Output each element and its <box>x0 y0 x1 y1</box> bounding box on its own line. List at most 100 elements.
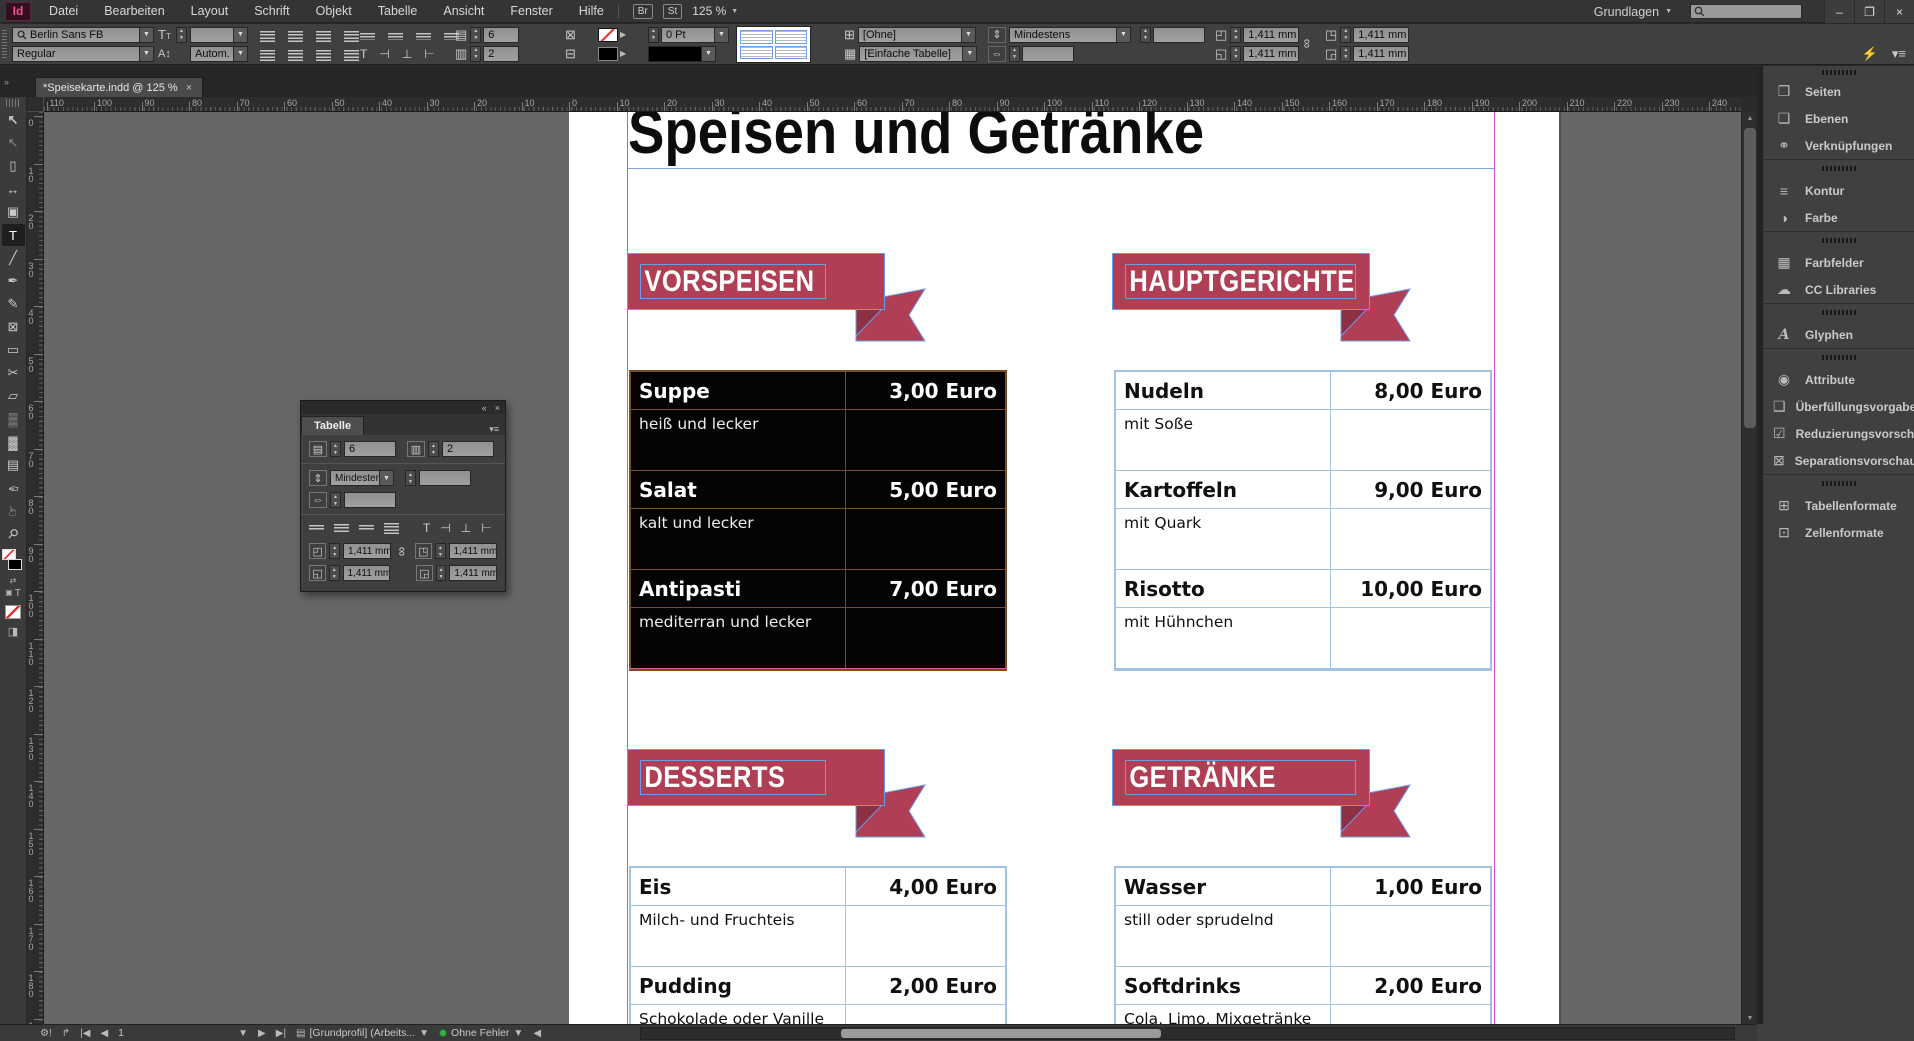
item-name-cell[interactable]: Wasser <box>1116 868 1331 905</box>
inset-top-control[interactable]: ◰ ▲▼ 1,411 mm <box>1215 26 1299 43</box>
empty-cell[interactable] <box>1331 608 1490 668</box>
inset-bottom-field[interactable]: 1,411 mm <box>343 565 391 581</box>
table-row[interactable]: Milch- und Fruchteis <box>631 906 1005 967</box>
ribbon-text-frame[interactable]: DESSERTS <box>640 760 826 795</box>
item-description-cell[interactable]: kalt und lecker <box>631 509 846 569</box>
bridge-button[interactable]: Br <box>633 4 653 19</box>
item-price-cell[interactable]: 1,00 Euro <box>1331 868 1490 905</box>
apply-none-button[interactable] <box>5 605 21 619</box>
panel-drag-handle[interactable] <box>1822 70 1856 75</box>
close-button[interactable]: × <box>1884 0 1914 23</box>
dock-item-kontur[interactable]: ≡Kontur <box>1763 177 1914 204</box>
inset-left-control[interactable]: ◳ ▲▼ 1,411 mm <box>1325 26 1409 43</box>
menu-table-hauptgerichte[interactable]: Nudeln8,00 Euromit SoßeKartoffeln9,00 Eu… <box>1114 370 1492 671</box>
table-style-control[interactable]: ▦ [Einfache Tabelle]▼ <box>844 45 977 62</box>
preflight-icon[interactable]: ⚙! <box>40 1028 52 1039</box>
menu-title-text[interactable]: Speisen und Getränke <box>628 112 1204 164</box>
zoom-tool[interactable]: ⚲ <box>2 523 25 545</box>
dock-item-ebenen[interactable]: ❏Ebenen <box>1763 105 1914 132</box>
dock-item-cc-libraries[interactable]: ☁CC Libraries <box>1763 276 1914 303</box>
stroke-weight-control[interactable]: ▲▼ 0 Pt▼ <box>648 26 729 43</box>
document-tab[interactable]: *Speisekarte.indd @ 125 % × <box>35 77 203 97</box>
panel-drag-handle[interactable] <box>1822 166 1856 171</box>
align-justify-icon[interactable] <box>384 523 399 534</box>
col-width-stepper[interactable]: ▲▼ <box>330 492 341 508</box>
dock-item-glyphen[interactable]: AGlyphen <box>1763 321 1914 348</box>
panel-menu-icon[interactable]: ▾≡ <box>483 424 505 435</box>
preflight-menu[interactable]: ▤ [Grundprofil] (Arbeits... ▼ <box>296 1027 429 1039</box>
dock-item-zellenformate[interactable]: ⊡Zellenformate <box>1763 519 1914 546</box>
next-page-button[interactable]: ▶ <box>258 1028 266 1039</box>
inset-left-stepper[interactable]: ▲▼ <box>435 543 446 559</box>
inset-bottom-control[interactable]: ◱ ▲▼ 1,411 mm <box>1215 45 1299 62</box>
panel-menu-icon[interactable]: ▾≡ <box>1892 46 1906 62</box>
dock-item-attribute[interactable]: ◉Attribute <box>1763 366 1914 393</box>
item-description-cell[interactable]: still oder sprudelnd <box>1116 906 1331 966</box>
menu-item-hilfe[interactable]: Hilfe <box>579 4 604 18</box>
scroll-up-icon[interactable]: ▲ <box>1742 112 1758 124</box>
item-description-cell[interactable]: mediterran und lecker <box>631 608 846 668</box>
dock-item-ueberfuellungsvorgaben[interactable]: ❑Überfüllungsvorgaben <box>1763 393 1914 420</box>
rows-field[interactable]: 6 <box>344 441 396 457</box>
page-tool[interactable]: ▯ <box>2 155 25 177</box>
ruler-origin-box[interactable] <box>27 97 44 112</box>
hand-tool[interactable]: ☞ <box>2 500 25 522</box>
zoom-level-control[interactable]: 125 % ▼ <box>692 4 738 18</box>
table-row[interactable]: Suppe3,00 Euro <box>631 372 1005 410</box>
item-description-cell[interactable]: mit Quark <box>1116 509 1331 569</box>
menu-item-objekt[interactable]: Objekt <box>316 4 352 18</box>
pencil-tool[interactable]: ✎ <box>2 293 25 315</box>
fill-black-swatch[interactable] <box>8 559 22 570</box>
leading-combo[interactable]: Autom.▼ <box>190 45 248 62</box>
dock-item-verknuepfungen[interactable]: ⚭Verknüpfungen <box>1763 132 1914 159</box>
item-name-cell[interactable]: Antipasti <box>631 570 846 607</box>
table-row[interactable]: Nudeln8,00 Euro <box>1116 372 1490 410</box>
item-name-cell[interactable]: Softdrinks <box>1116 967 1331 1004</box>
horizontal-scroll-thumb[interactable] <box>841 1029 1161 1038</box>
free-transform-tool[interactable]: ▱ <box>2 385 25 407</box>
inset-right-stepper[interactable]: ▲▼ <box>436 565 446 581</box>
scissors-tool[interactable]: ✂ <box>2 362 25 384</box>
paragraph-align-group[interactable] <box>260 28 365 45</box>
panel-drag-handle[interactable] <box>1822 481 1856 486</box>
table-cols-control[interactable]: ▥ ▲▼ 2 <box>455 45 519 62</box>
cols-stepper[interactable]: ▲▼ <box>428 441 439 457</box>
empty-cell[interactable] <box>846 410 1005 470</box>
item-description-cell[interactable]: mit Soße <box>1116 410 1331 470</box>
frame-tool[interactable]: ⊠ <box>2 316 25 338</box>
quick-apply-icon[interactable]: ⚡ <box>1862 46 1878 62</box>
page-number-field[interactable]: 1 <box>118 1027 228 1039</box>
line-tool[interactable]: ╱ <box>2 247 25 269</box>
collapse-icon[interactable]: « <box>482 403 487 413</box>
row-height-mode-combo[interactable]: Mindestens▼ <box>330 470 394 486</box>
item-name-cell[interactable]: Kartoffeln <box>1116 471 1331 508</box>
swap-fill-stroke-icon[interactable]: ⇄ <box>0 576 26 585</box>
dock-item-seiten[interactable]: ❐Seiten <box>1763 78 1914 105</box>
horizontal-ruler[interactable]: 1101009080706050403020100102030405060708… <box>44 97 1741 112</box>
item-price-cell[interactable]: 2,00 Euro <box>1331 967 1490 1004</box>
margin-guide-left[interactable] <box>627 112 628 1024</box>
font-family-combo[interactable]: Berlin Sans FB ▼ <box>12 26 154 43</box>
table-rows-control[interactable]: ▤ ▲▼ 6 <box>455 26 519 43</box>
content-collector-tool[interactable]: ▣ <box>2 201 25 223</box>
restore-button[interactable]: ❐ <box>1854 0 1884 23</box>
selection-tool[interactable]: ↖ <box>2 109 25 131</box>
dock-item-farbe[interactable]: ◑Farbe <box>1763 204 1914 231</box>
link-insets-toggle[interactable]: ∞ <box>1303 35 1312 52</box>
ribbon-text-frame[interactable]: VORSPEISEN <box>640 264 826 299</box>
rectangle-tool[interactable]: ▭ <box>2 339 25 361</box>
horizontal-scrollbar[interactable] <box>640 1027 1735 1040</box>
empty-cell[interactable] <box>1331 1005 1490 1024</box>
inset-top-stepper[interactable]: ▲▼ <box>329 543 340 559</box>
workspace-switcher[interactable]: Grundlagen ▼ <box>1594 5 1672 19</box>
row-height-mode-control[interactable]: ⇕ Mindestens▼ <box>988 26 1131 43</box>
menu-table-vorspeisen[interactable]: Suppe3,00 Euroheiß und leckerSalat5,00 E… <box>629 370 1007 671</box>
direct-selection-tool[interactable]: ↖ <box>2 132 25 154</box>
chain-icon[interactable]: ∞ <box>396 546 411 555</box>
last-page-button[interactable]: ▶| <box>276 1028 286 1039</box>
section-ribbon-desserts[interactable]: DESSERTS <box>627 749 885 806</box>
rows-stepper[interactable]: ▲▼ <box>330 441 341 457</box>
close-icon[interactable]: × <box>186 82 192 94</box>
vertical-scroll-thumb[interactable] <box>1744 128 1756 428</box>
fill-color-combo[interactable]: ▼ <box>648 45 716 62</box>
